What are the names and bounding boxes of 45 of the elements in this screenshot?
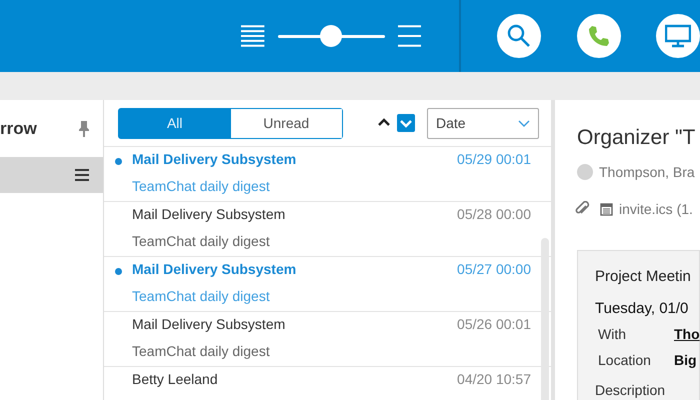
message-sender: Betty Leeland [132, 370, 218, 389]
screen-share-button[interactable] [656, 14, 700, 58]
message-subject: TeamChat daily digest [132, 178, 270, 194]
message-subject: TeamChat daily digest [132, 288, 270, 304]
monitor-icon [665, 24, 692, 48]
message-time: 05/26 00:01 [457, 315, 531, 334]
attachment-link[interactable]: invite.ics (1. [600, 198, 693, 220]
spaced-lines-icon[interactable] [398, 25, 422, 47]
phone-icon [587, 24, 612, 48]
attendee-link[interactable]: Tho [674, 326, 700, 342]
description-label: Description [595, 380, 666, 400]
chevron-icon [518, 120, 530, 126]
avatar-circle [577, 164, 593, 180]
message-subject: TeamChat daily digest [132, 233, 270, 249]
calendar-icon [600, 202, 613, 216]
call-button[interactable] [577, 14, 622, 58]
message-time: 05/27 00:00 [457, 260, 531, 279]
menu-icon[interactable] [75, 169, 89, 181]
sidebar-title: rrow [0, 118, 37, 140]
slider-thumb[interactable] [320, 25, 342, 47]
invitation-title: Project Meetin [595, 268, 691, 284]
sort-dropdown[interactable]: Date [427, 108, 539, 138]
message-time: 04/20 10:57 [457, 370, 531, 389]
search-icon [507, 24, 532, 48]
field-value: Big [674, 352, 697, 368]
message-time: 05/28 00:00 [457, 205, 531, 224]
sort-descending-icon[interactable] [397, 114, 415, 132]
message-sender: Mail Delivery Subsystem [132, 260, 296, 279]
message-sender: Mail Delivery Subsystem [132, 315, 286, 334]
message-title: Organizer "T [577, 126, 696, 149]
field-label: Location [598, 350, 652, 370]
message-subject: TeamChat daily digest [132, 343, 270, 359]
scrollbar[interactable] [541, 238, 549, 400]
search-button[interactable] [497, 14, 542, 58]
message-sender: Mail Delivery Subsystem [132, 150, 296, 169]
density-slider[interactable] [278, 25, 385, 47]
compact-lines-icon[interactable] [241, 25, 265, 47]
message-item[interactable]: Mail Delivery Subsystem 05/29 00:01 TeamChat daily digest [104, 147, 551, 202]
message-sender: Mail Delivery Subsystem [132, 205, 286, 224]
sidebar-item[interactable] [0, 157, 103, 193]
invitation-date: Tuesday, 01/0 [595, 300, 688, 316]
message-time: 05/29 00:01 [457, 150, 531, 169]
field-label: With [598, 324, 627, 344]
sender-name: Thompson, Bra [599, 162, 695, 182]
pin-icon[interactable] [79, 120, 89, 136]
